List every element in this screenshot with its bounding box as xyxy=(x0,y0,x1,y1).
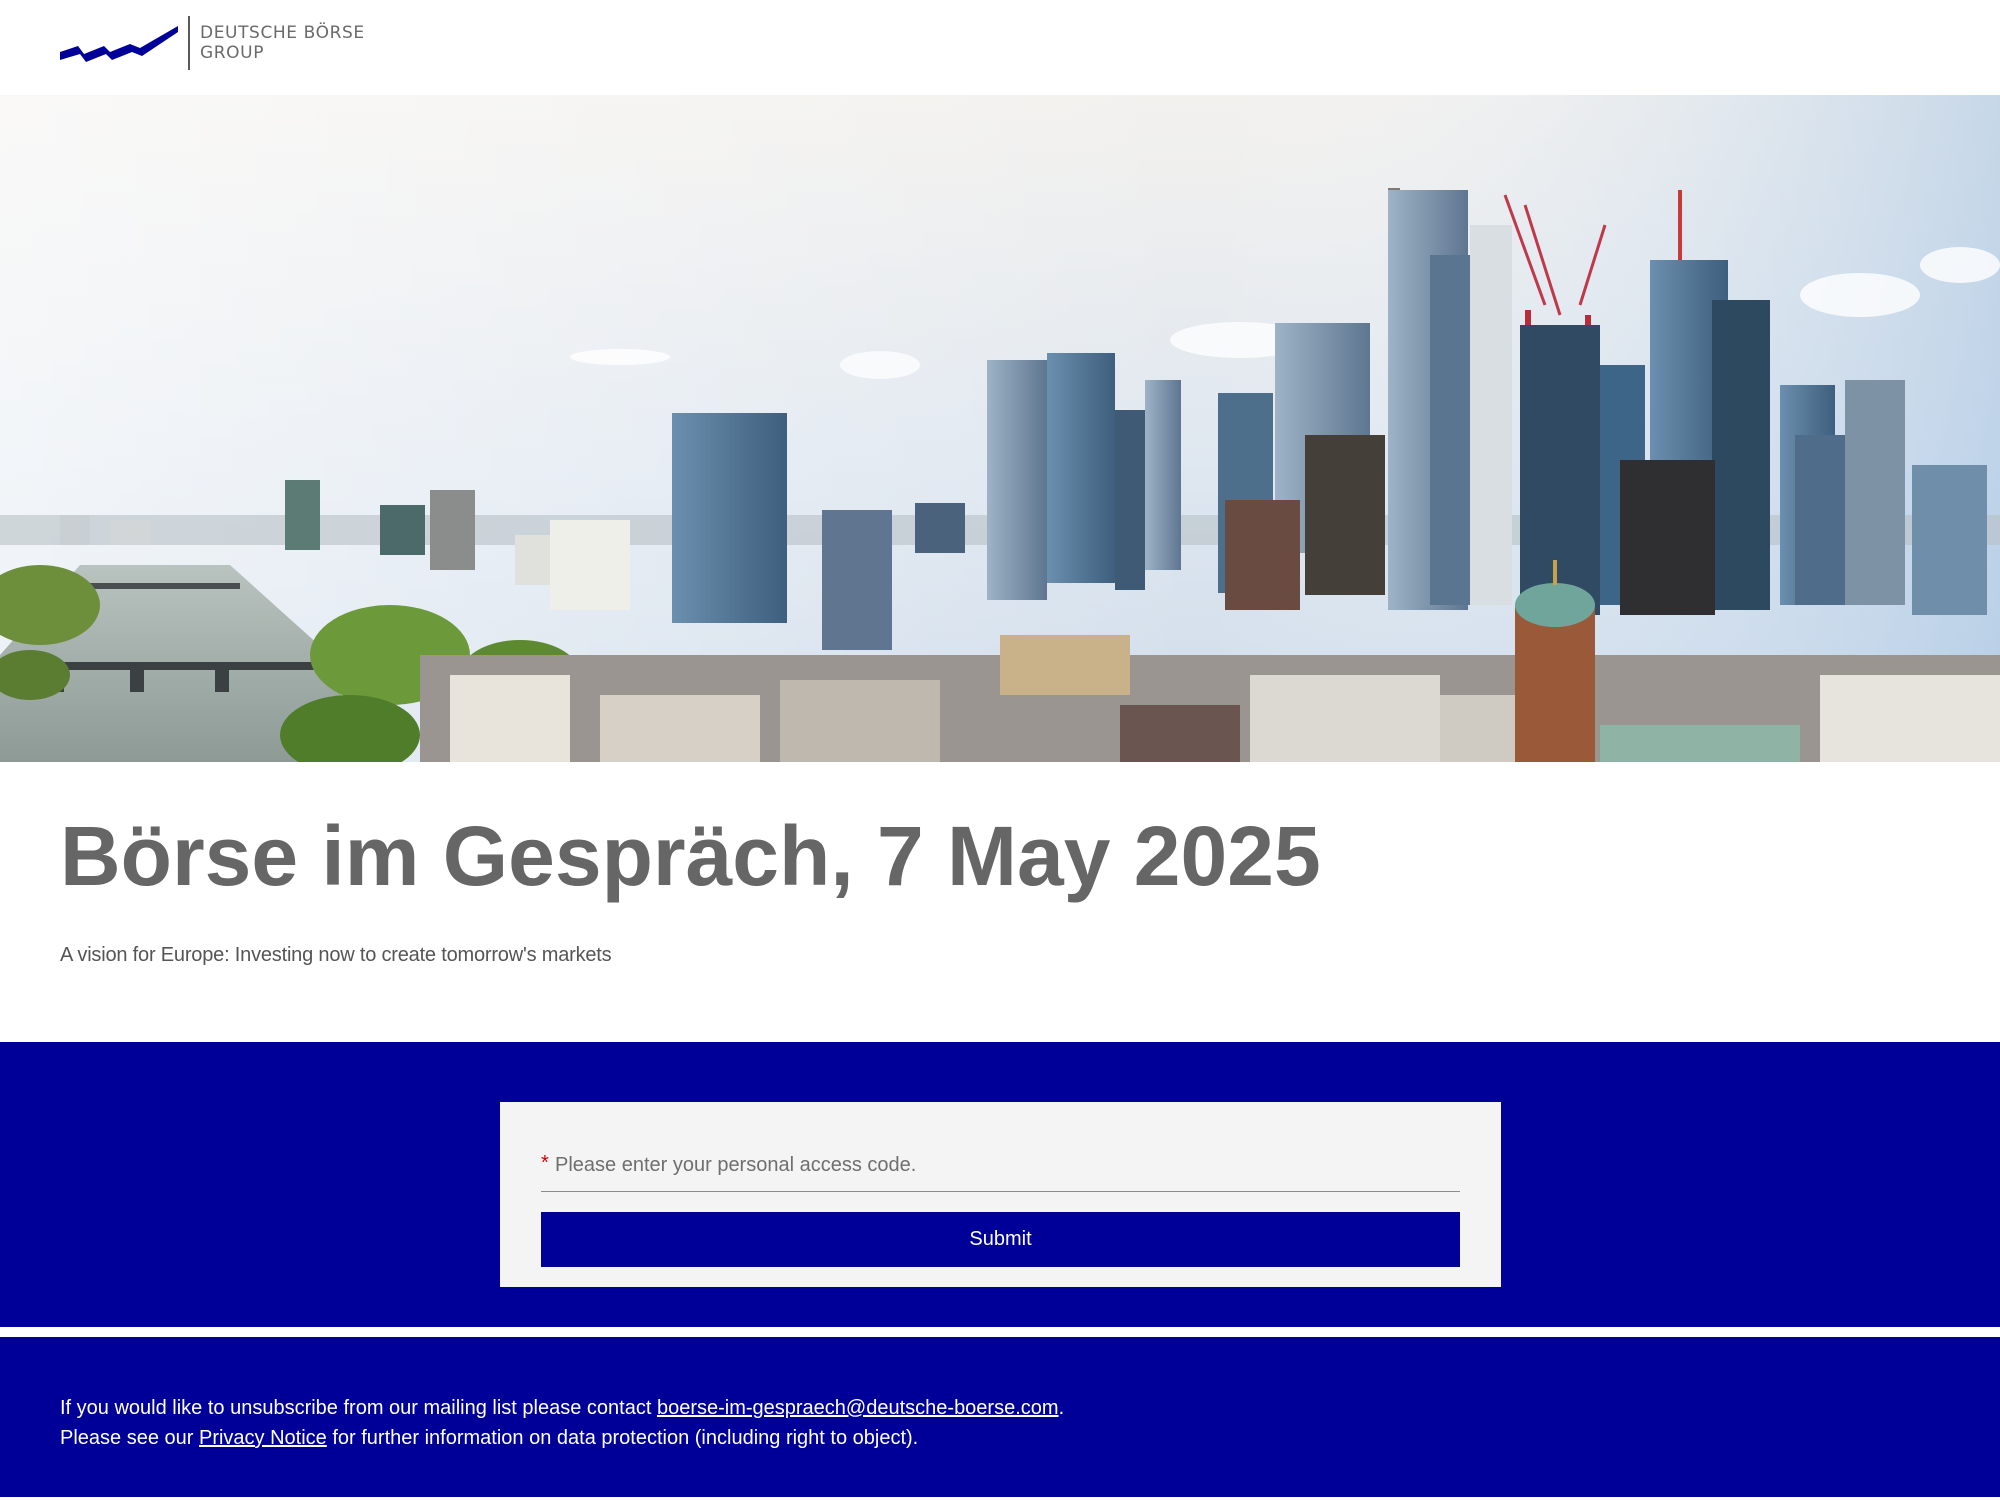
footer-line1-suffix: . xyxy=(1058,1397,1065,1419)
hero-skyline-image xyxy=(0,95,2000,762)
skyline-illustration xyxy=(0,95,2000,762)
required-marker: * xyxy=(541,1152,549,1174)
deutsche-boerse-logo[interactable]: DEUTSCHE BÖRSE GROUP xyxy=(60,16,365,70)
page-title: Börse im Gespräch, 7 May 2025 xyxy=(60,809,1321,903)
access-code-section: * Submit xyxy=(0,1042,2000,1327)
page-subtitle: A vision for Europe: Investing now to cr… xyxy=(60,944,612,966)
page-footer: If you would like to unsubscribe from ou… xyxy=(0,1337,2000,1497)
contact-email-link[interactable]: boerse-im-gespraech@deutsche-boerse.com xyxy=(657,1397,1059,1419)
footer-line1-prefix: If you would like to unsubscribe from ou… xyxy=(60,1397,657,1419)
logo-divider xyxy=(188,16,190,70)
logo-line-1: DEUTSCHE BÖRSE xyxy=(200,23,365,43)
submit-button[interactable]: Submit xyxy=(541,1212,1460,1267)
page-header: DEUTSCHE BÖRSE GROUP xyxy=(0,0,2000,95)
access-code-field-row: * xyxy=(541,1142,1460,1192)
footer-line2-prefix: Please see our xyxy=(60,1427,199,1449)
logo-wave-icon xyxy=(60,26,178,62)
footer-unsubscribe-line: If you would like to unsubscribe from ou… xyxy=(60,1397,1064,1420)
footer-privacy-line: Please see our Privacy Notice for furthe… xyxy=(60,1427,918,1450)
access-code-card: * Submit xyxy=(500,1102,1501,1287)
logo-wordmark: DEUTSCHE BÖRSE GROUP xyxy=(200,23,365,63)
footer-line2-suffix: for further information on data protecti… xyxy=(326,1427,919,1449)
logo-line-2: GROUP xyxy=(200,43,265,63)
access-code-input[interactable] xyxy=(555,1142,1455,1188)
privacy-notice-link[interactable]: Privacy Notice xyxy=(199,1427,327,1449)
